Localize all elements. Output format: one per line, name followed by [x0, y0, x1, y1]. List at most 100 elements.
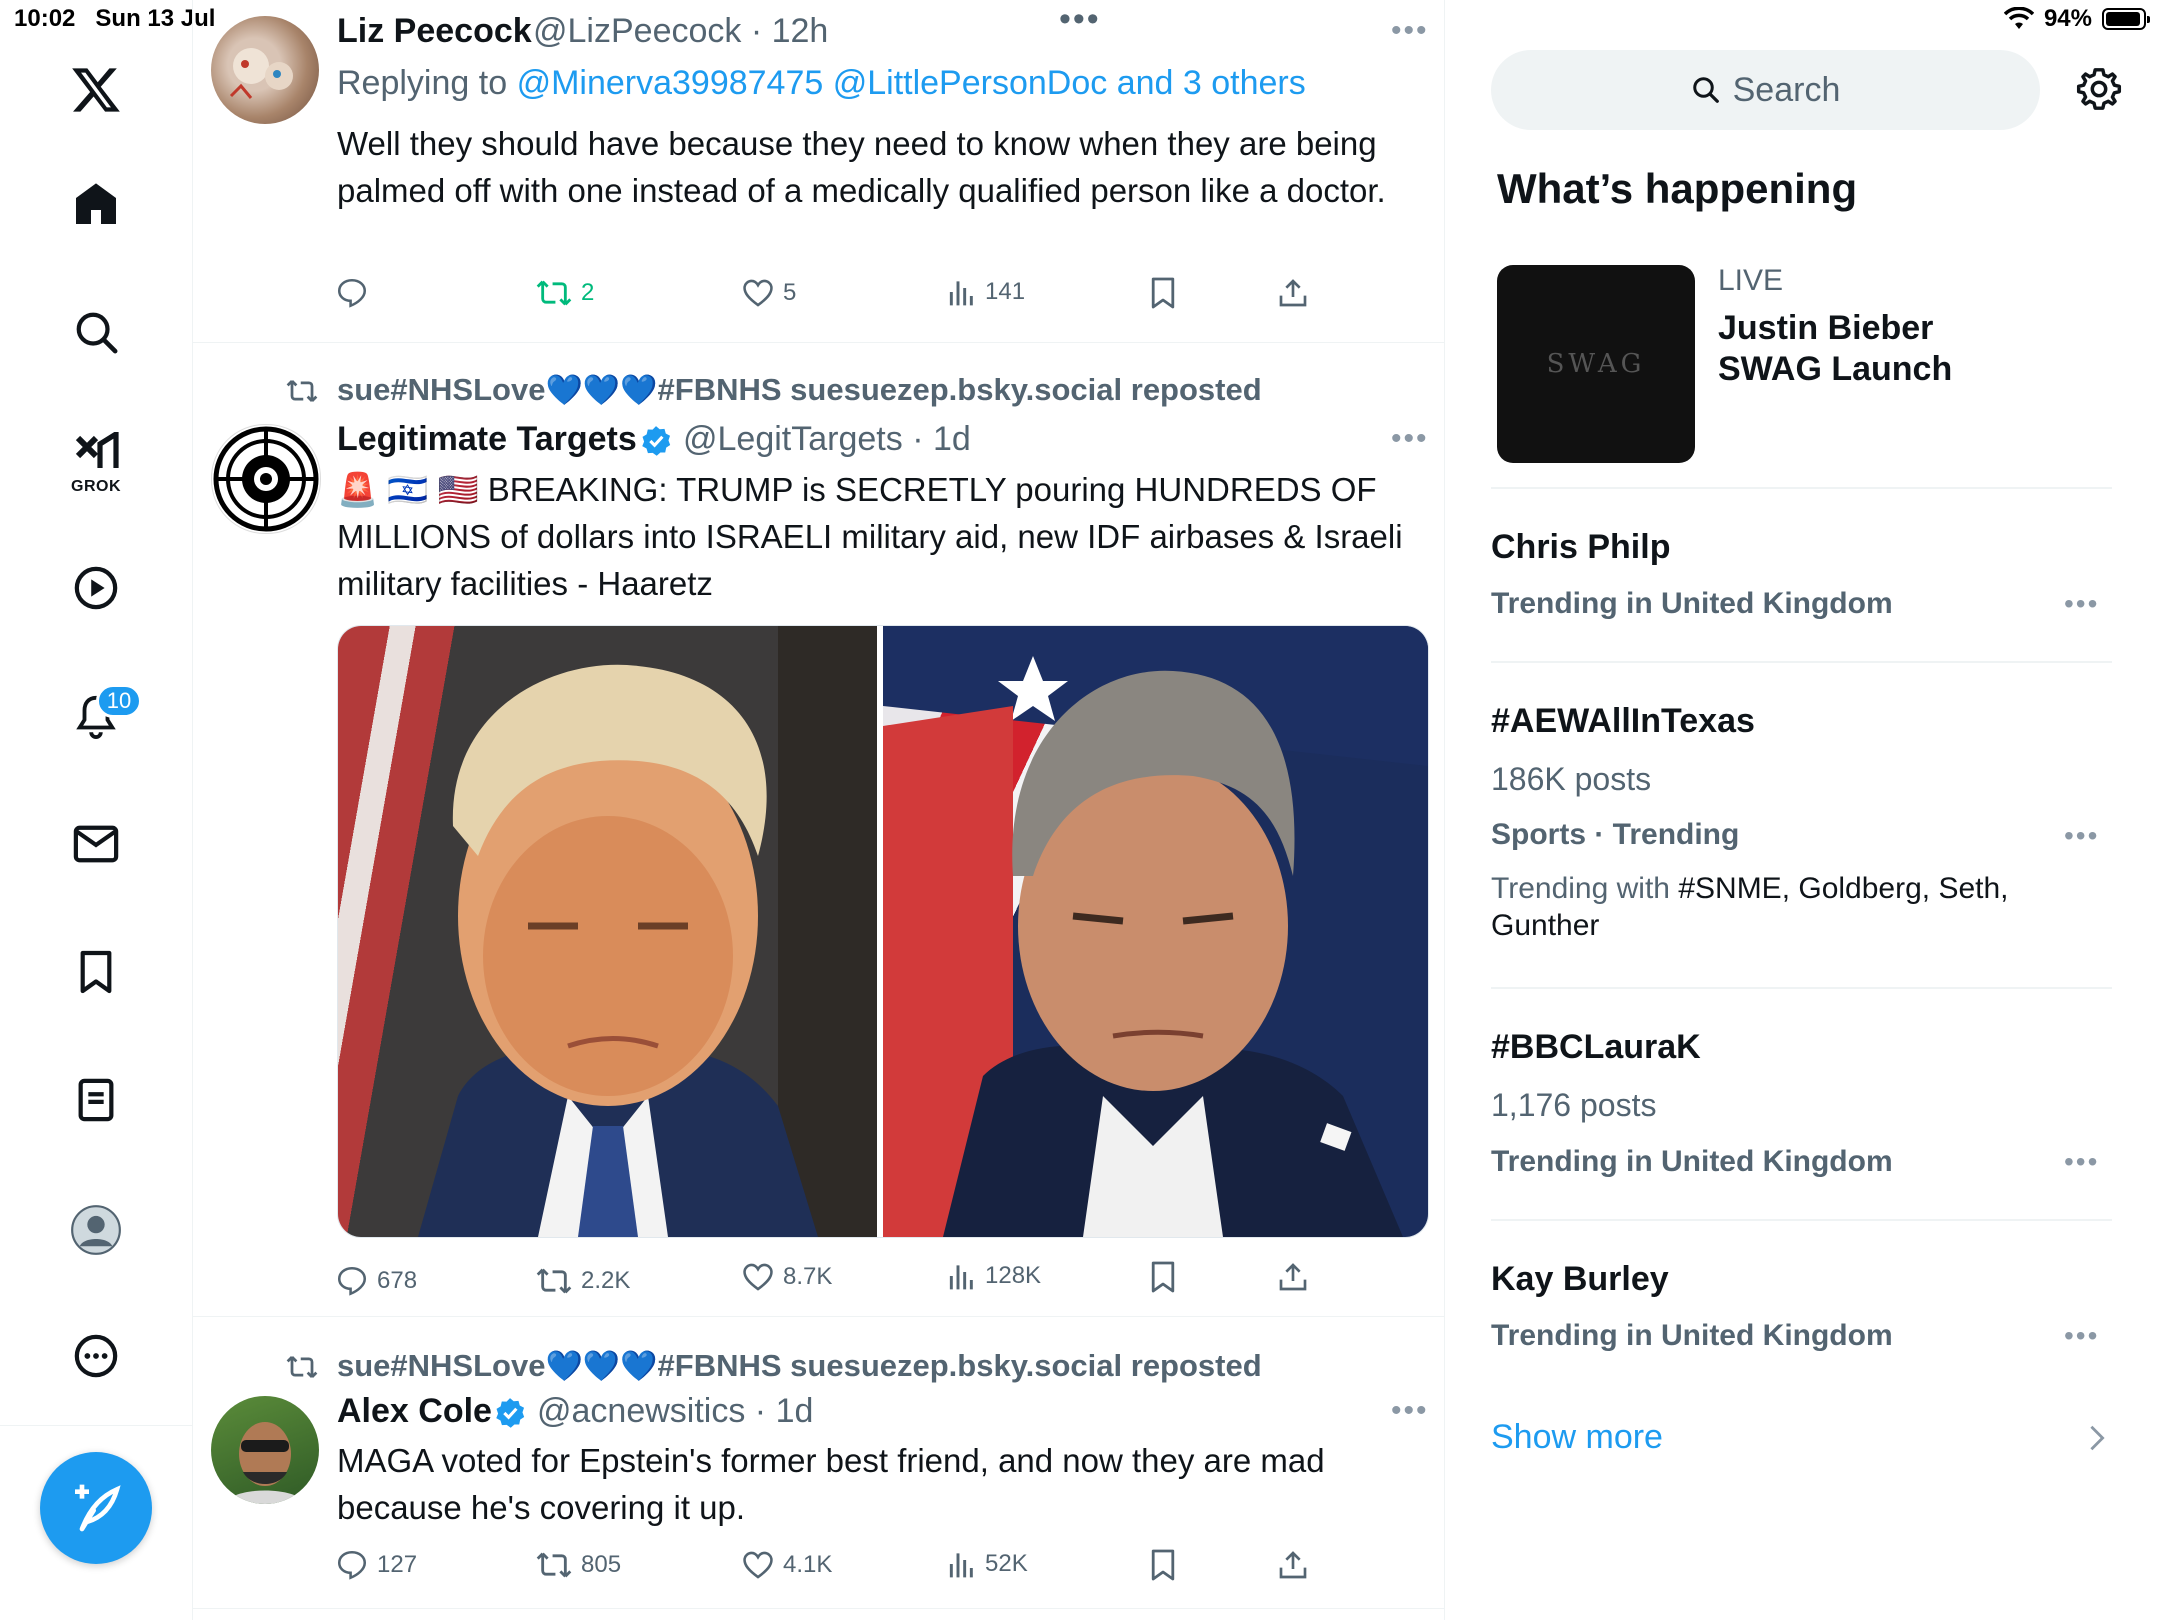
trend-subtitle: Trending in United Kingdom — [1491, 587, 1893, 620]
messages-icon[interactable] — [66, 814, 126, 874]
explore-icon[interactable] — [66, 302, 126, 362]
replying-to-links[interactable]: @Minerva39987475 @LittlePersonDoc and 3 … — [517, 64, 1306, 102]
settings-gear-icon[interactable] — [2076, 66, 2122, 112]
trend-divider — [1491, 661, 2112, 663]
media-image-right[interactable] — [883, 626, 1428, 1237]
more-icon[interactable] — [66, 1326, 126, 1386]
views-button[interactable]: 141 — [947, 276, 1025, 308]
live-title[interactable]: Justin Bieber SWAG Launch — [1718, 308, 1978, 390]
reposter-name: sue#NHSLove — [337, 372, 546, 407]
post-text: Well they should have because they need … — [337, 125, 1386, 209]
reply-button[interactable]: 127 — [335, 1548, 417, 1582]
repost-button[interactable]: 805 — [535, 1548, 621, 1582]
search-input[interactable]: Search — [1491, 50, 2040, 130]
view-count: 128K — [985, 1262, 1042, 1289]
post-text: 🚨 🇮🇱 🇺🇸 BREAKING: TRUMP is SECRETLY pour… — [337, 466, 1427, 607]
post-media-grid — [337, 625, 1429, 1238]
trend-title[interactable]: Kay Burley — [1491, 1260, 1669, 1299]
bookmark-button[interactable] — [1149, 276, 1177, 310]
trend-post-count: 186K posts — [1491, 761, 1652, 797]
post-author-handle[interactable]: @LegitTargets · 1d — [683, 420, 971, 459]
reply-button[interactable]: 678 — [335, 1264, 417, 1298]
trend-subtitle: Trending in United Kingdom — [1491, 1319, 1893, 1352]
video-icon[interactable] — [66, 558, 126, 618]
whats-happening-heading: What’s happening — [1497, 165, 1858, 212]
post-more-icon[interactable]: ••• — [1391, 1394, 1429, 1428]
like-button[interactable]: 4.1K — [741, 1548, 832, 1582]
reply-icon — [337, 1550, 367, 1580]
media-image-left[interactable] — [338, 626, 877, 1237]
show-more-link[interactable]: Show more — [1491, 1418, 1663, 1457]
reposted-by[interactable]: sue#NHSLove💙💙💙#FBNHS suesuezep.bsky.soci… — [337, 1348, 1262, 1384]
analytics-icon — [949, 281, 973, 306]
profile-avatar-icon[interactable] — [66, 1200, 126, 1260]
like-button[interactable]: 5 — [741, 276, 796, 310]
views-button[interactable]: 128K — [947, 1260, 1041, 1292]
avatar[interactable] — [211, 424, 321, 534]
reposter-suffix: #FBNHS suesuezep.bsky.social reposted — [657, 372, 1262, 407]
repost-button[interactable]: 2.2K — [535, 1264, 630, 1298]
post-author-name[interactable]: Liz Peecock — [337, 12, 532, 51]
trend-more-icon[interactable]: ••• — [2064, 588, 2099, 620]
post-text-body: BREAKING: TRUMP is SECRETLY pouring HUND… — [337, 471, 1403, 602]
repost-button[interactable]: 2 — [535, 276, 594, 310]
left-nav: GROK 10 — [0, 0, 193, 1620]
views-button[interactable]: 52K — [947, 1548, 1028, 1580]
compose-button[interactable] — [40, 1452, 152, 1564]
like-count: 5 — [783, 279, 797, 306]
verified-badge-icon — [496, 1398, 525, 1428]
repost-icon — [536, 280, 572, 306]
heart-icon — [743, 1551, 773, 1579]
repost-indicator-icon — [286, 1356, 318, 1378]
live-tag: LIVE — [1718, 264, 1784, 297]
status-indicators: 94% — [2003, 5, 2150, 33]
search-placeholder: Search — [1732, 70, 1841, 109]
reply-button[interactable] — [335, 276, 377, 310]
trend-divider — [1491, 487, 2112, 489]
battery-icon — [2102, 8, 2150, 30]
chevron-right-icon[interactable] — [2088, 1424, 2106, 1452]
post-author-handle[interactable]: @acnewsitics · 1d — [537, 1392, 813, 1431]
share-button[interactable] — [1277, 276, 1309, 310]
analytics-icon — [949, 1265, 973, 1290]
trend-divider — [1491, 987, 2112, 989]
x-logo-icon[interactable] — [66, 60, 126, 120]
replying-prefix: Replying to — [337, 64, 508, 102]
avatar[interactable] — [211, 16, 319, 124]
post-author-handle[interactable]: @LizPeecock · 12h — [533, 12, 828, 51]
view-count: 141 — [985, 278, 1026, 305]
trend-more-icon[interactable]: ••• — [2064, 820, 2099, 852]
post-more-icon[interactable]: ••• — [1391, 422, 1429, 456]
share-button[interactable] — [1277, 1260, 1309, 1294]
like-button[interactable]: 8.7K — [741, 1260, 832, 1294]
grok-icon[interactable] — [66, 424, 126, 484]
trend-more-icon[interactable]: ••• — [2064, 1320, 2099, 1352]
trend-title[interactable]: #AEWAllInTexas — [1491, 702, 1755, 741]
bookmark-button[interactable] — [1149, 1548, 1177, 1582]
post-author-name[interactable]: Alex Cole — [337, 1392, 492, 1431]
trend-subtitle: Sports · Trending — [1491, 818, 1740, 851]
bookmarks-icon[interactable] — [66, 942, 126, 1002]
post-author-name[interactable]: Legitimate Targets — [337, 420, 637, 459]
live-thumbnail[interactable]: SWAG — [1497, 265, 1695, 463]
verified-badge-icon — [642, 426, 671, 456]
trend-title[interactable]: #BBCLauraK — [1491, 1028, 1701, 1067]
trend-more-icon[interactable]: ••• — [2064, 1146, 2099, 1178]
compose-icon — [75, 1484, 121, 1532]
bookmark-icon — [1151, 1549, 1175, 1581]
lists-icon[interactable] — [66, 1070, 126, 1130]
bookmark-button[interactable] — [1149, 1260, 1177, 1294]
avatar[interactable] — [211, 1396, 319, 1504]
reposted-by[interactable]: sue#NHSLove💙💙💙#FBNHS suesuezep.bsky.soci… — [337, 372, 1262, 408]
home-icon[interactable] — [66, 174, 126, 234]
share-button[interactable] — [1277, 1548, 1309, 1582]
grok-label: GROK — [71, 478, 121, 495]
blue-hearts: 💙💙💙 — [545, 374, 658, 407]
share-icon — [1279, 279, 1307, 307]
repost-count: 805 — [581, 1551, 622, 1578]
view-count: 52K — [985, 1550, 1028, 1577]
post-more-icon[interactable]: ••• — [1391, 14, 1429, 48]
post-time: 12h — [771, 12, 829, 50]
top-more-indicator[interactable]: ••• — [1059, 0, 1101, 39]
trend-title[interactable]: Chris Philp — [1491, 528, 1670, 567]
